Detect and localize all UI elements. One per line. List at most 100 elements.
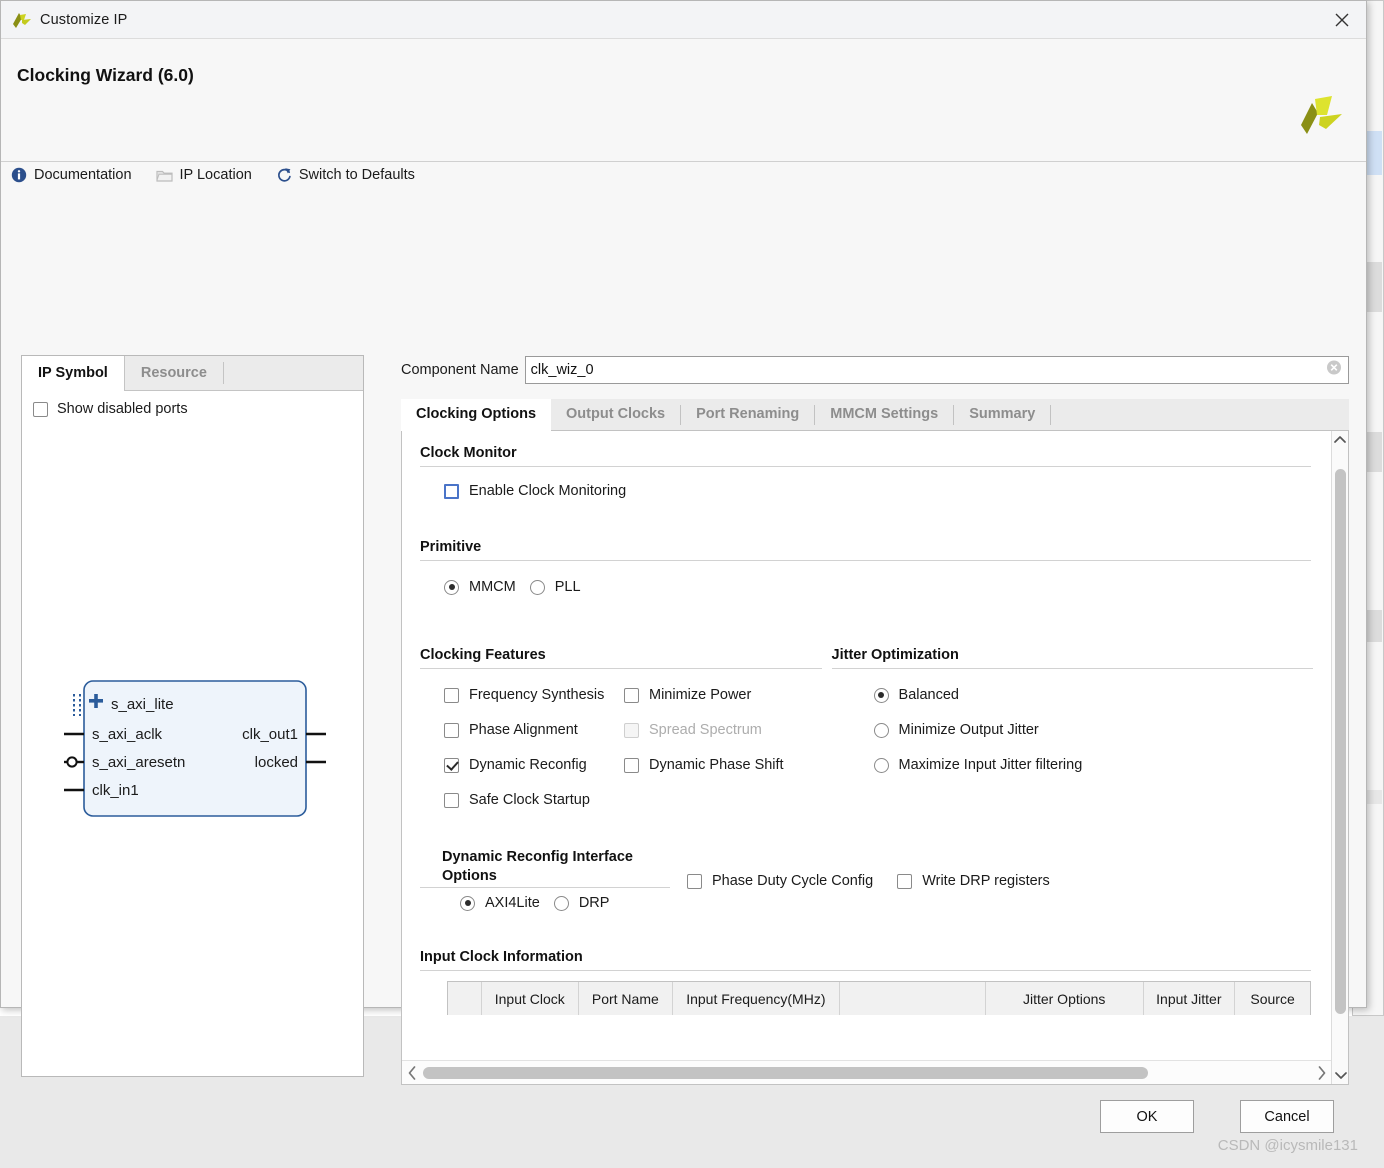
jitter-optimization-title: Jitter Optimization — [832, 647, 1331, 663]
table-header-input-clock[interactable]: Input Clock — [482, 982, 580, 1015]
radio-axi4lite[interactable]: AXI4Lite — [460, 895, 540, 911]
axi4lite-radio — [460, 896, 475, 911]
checkbox-write-drp-registers[interactable]: Write DRP registers — [897, 873, 1050, 889]
tab-summary[interactable]: Summary — [954, 399, 1050, 430]
cancel-button[interactable]: Cancel — [1240, 1100, 1334, 1133]
tab-port-renaming[interactable]: Port Renaming — [681, 399, 814, 430]
primitive-mmcm-radio — [444, 580, 459, 595]
page-title: Clocking Wizard (6.0) — [17, 65, 194, 86]
spread-spectrum-box — [624, 723, 639, 738]
dynamic-phase-shift-label: Dynamic Phase Shift — [649, 757, 784, 773]
table-header-blank-2 — [840, 982, 986, 1015]
scroll-up-icon[interactable] — [1332, 431, 1348, 448]
table-header-input-frequency[interactable]: Input Frequency(MHz) — [673, 982, 840, 1015]
drp-label: DRP — [579, 895, 610, 911]
clear-circle-icon[interactable] — [1326, 360, 1342, 381]
radio-drp[interactable]: DRP — [554, 895, 610, 911]
amd-xilinx-pinwheel-logo — [1296, 91, 1344, 137]
clock-monitor-title: Clock Monitor — [420, 445, 1331, 461]
table-header-blank — [448, 982, 482, 1015]
spread-spectrum-label: Spread Spectrum — [649, 722, 762, 738]
checkbox-safe-clock-startup[interactable]: Safe Clock Startup — [444, 792, 624, 808]
vertical-scrollbar[interactable] — [1331, 431, 1348, 1084]
dialog-footer: OK Cancel CSDN @icysmile131 — [1, 1075, 1366, 1168]
checkbox-dynamic-phase-shift[interactable]: Dynamic Phase Shift — [624, 757, 814, 773]
input-clock-table: Input Clock Port Name Input Frequency(MH… — [447, 981, 1311, 1015]
component-name-input[interactable] — [526, 357, 1348, 383]
ip-symbol-panel: IP Symbol Resource Show disabled ports — [21, 355, 364, 1077]
enable-clock-monitoring-label: Enable Clock Monitoring — [469, 483, 626, 499]
clocking-options-content: Clock Monitor Enable Clock Monitoring Pr… — [402, 431, 1331, 1084]
phase-duty-cycle-config-label: Phase Duty Cycle Config — [712, 873, 873, 889]
checkbox-frequency-synthesis[interactable]: Frequency Synthesis — [444, 687, 624, 703]
table-header-input-jitter[interactable]: Input Jitter — [1144, 982, 1236, 1015]
ok-button[interactable]: OK — [1100, 1100, 1194, 1133]
dialog-title: Customize IP — [40, 12, 127, 28]
component-name-label: Component Name — [401, 362, 519, 378]
primitive-option-mmcm[interactable]: MMCM — [444, 579, 516, 595]
customize-ip-dialog: Customize IP Clocking Wizard (6.0) — [0, 0, 1367, 1008]
safe-clock-startup-box — [444, 793, 459, 808]
tab-mmcm-settings-label: MMCM Settings — [830, 406, 938, 422]
checkbox-dynamic-reconfig[interactable]: Dynamic Reconfig — [444, 757, 624, 773]
clocking-options-content-frame: Clock Monitor Enable Clock Monitoring Pr… — [401, 431, 1349, 1085]
write-drp-registers-label: Write DRP registers — [922, 873, 1050, 889]
dynamic-reconfig-box — [444, 758, 459, 773]
vertical-scroll-thumb[interactable] — [1335, 469, 1346, 1014]
dynamic-phase-shift-box — [624, 758, 639, 773]
primitive-pll-radio — [530, 580, 545, 595]
enable-clock-monitoring-box — [444, 484, 459, 499]
tab-output-clocks[interactable]: Output Clocks — [551, 399, 680, 430]
config-tabs: Clocking Options Output Clocks Port Rena… — [401, 399, 1349, 431]
dialog-header: Clocking Wizard (6.0) Documentation — [1, 39, 1366, 162]
xilinx-logo-icon — [11, 10, 33, 30]
configuration-panel: Component Name Clocking Options — [401, 355, 1349, 1077]
primitive-pll-label: PLL — [555, 579, 581, 595]
svg-text:clk_out1: clk_out1 — [242, 726, 298, 743]
maximize-input-jitter-filtering-label: Maximize Input Jitter filtering — [899, 757, 1083, 773]
ip-symbol-diagram: s_axi_lite s_axi_aclk s_axi_aresetn clk_… — [22, 356, 365, 1046]
checkbox-phase-duty-cycle-config[interactable]: Phase Duty Cycle Config — [687, 873, 873, 889]
tab-port-renaming-label: Port Renaming — [696, 406, 799, 422]
enable-clock-monitoring-checkbox[interactable]: Enable Clock Monitoring — [444, 483, 1331, 499]
tab-output-clocks-label: Output Clocks — [566, 406, 665, 422]
tab-clocking-options[interactable]: Clocking Options — [401, 399, 551, 431]
tab-summary-label: Summary — [969, 406, 1035, 422]
radio-balanced[interactable]: Balanced — [874, 687, 1331, 703]
tab-mmcm-settings[interactable]: MMCM Settings — [815, 399, 953, 430]
dynamic-reconfig-title-line1: Dynamic Reconfig Interface — [442, 847, 692, 868]
component-name-field[interactable] — [525, 356, 1349, 384]
radio-maximize-input-jitter-filtering[interactable]: Maximize Input Jitter filtering — [874, 757, 1331, 773]
primitive-title: Primitive — [420, 539, 1331, 555]
table-header-source[interactable]: Source — [1235, 982, 1310, 1015]
table-header-jitter-options[interactable]: Jitter Options — [986, 982, 1144, 1015]
svg-text:s_axi_aclk: s_axi_aclk — [92, 726, 163, 743]
input-clock-information-title: Input Clock Information — [420, 949, 1331, 965]
tab-clocking-options-label: Clocking Options — [416, 406, 536, 422]
write-drp-registers-box — [897, 874, 912, 889]
svg-text:locked: locked — [255, 754, 298, 771]
dynamic-reconfig-divider — [420, 887, 670, 888]
drp-radio — [554, 896, 569, 911]
dialog-body: IP Symbol Resource Show disabled ports — [1, 162, 1366, 1168]
close-icon[interactable] — [1318, 1, 1366, 38]
minimize-power-box — [624, 688, 639, 703]
maximize-input-jitter-filtering-radio — [874, 758, 889, 773]
checkbox-minimize-power[interactable]: Minimize Power — [624, 687, 814, 703]
minimize-power-label: Minimize Power — [649, 687, 751, 703]
axi4lite-label: AXI4Lite — [485, 895, 540, 911]
primitive-option-pll[interactable]: PLL — [530, 579, 581, 595]
component-name-row: Component Name — [401, 355, 1349, 385]
svg-text:s_axi_lite: s_axi_lite — [111, 696, 174, 713]
table-header-port-name[interactable]: Port Name — [579, 982, 673, 1015]
balanced-radio — [874, 688, 889, 703]
dynamic-reconfig-title-line2: Options — [442, 868, 497, 884]
clocking-features-title: Clocking Features — [420, 647, 832, 663]
checkbox-phase-alignment[interactable]: Phase Alignment — [444, 722, 624, 738]
safe-clock-startup-label: Safe Clock Startup — [469, 792, 590, 808]
minimize-output-jitter-label: Minimize Output Jitter — [899, 722, 1039, 738]
radio-minimize-output-jitter[interactable]: Minimize Output Jitter — [874, 722, 1331, 738]
frequency-synthesis-box — [444, 688, 459, 703]
dynamic-reconfig-label: Dynamic Reconfig — [469, 757, 587, 773]
svg-text:s_axi_aresetn: s_axi_aresetn — [92, 754, 185, 771]
